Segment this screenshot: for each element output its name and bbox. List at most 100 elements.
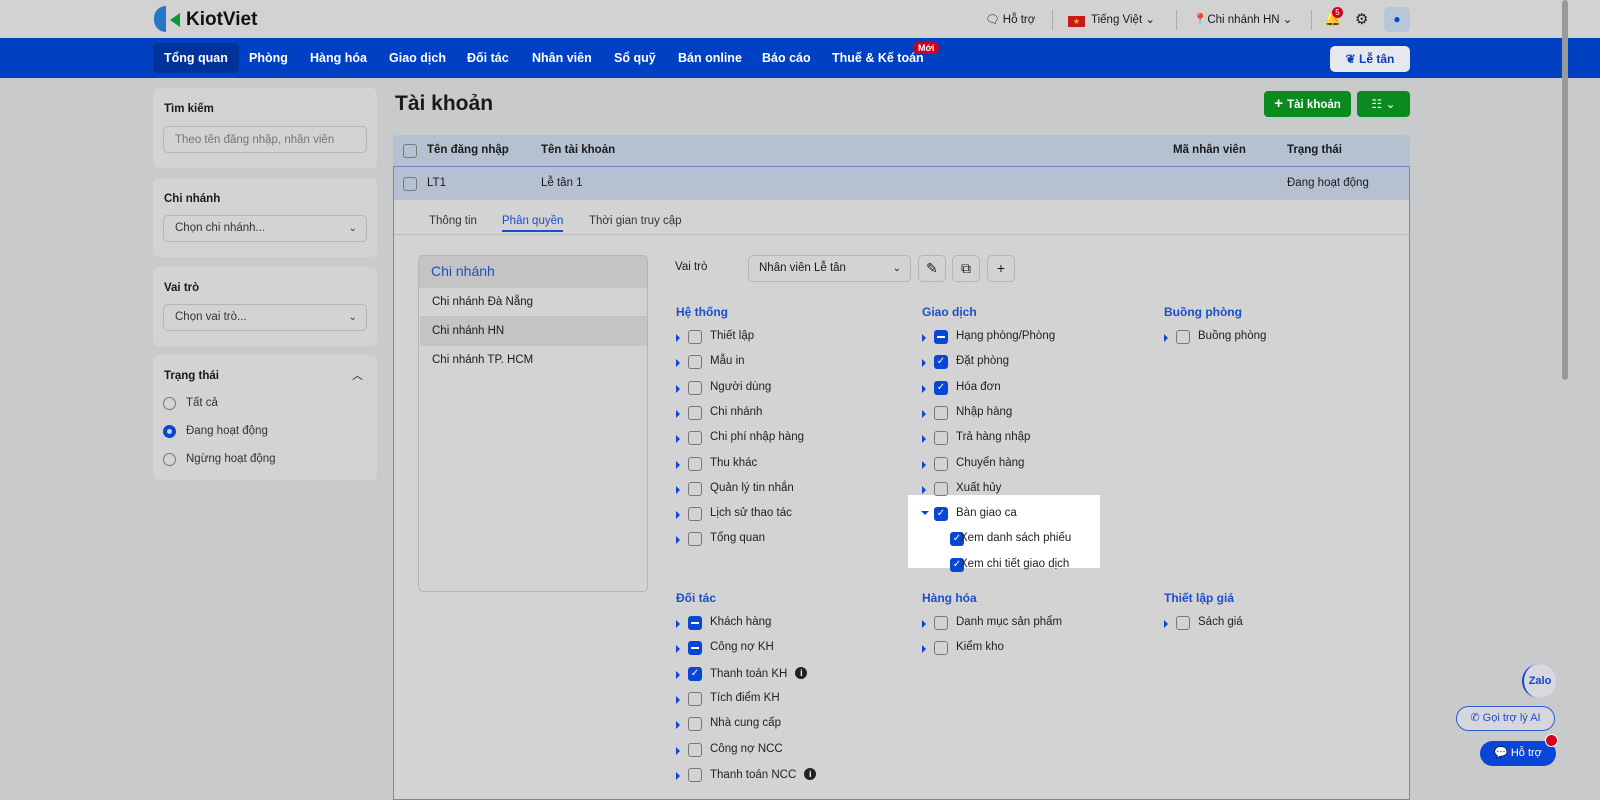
caret-right-icon[interactable]	[1164, 334, 1168, 342]
permission-checkbox[interactable]	[688, 405, 702, 420]
caret-right-icon[interactable]	[676, 460, 680, 469]
add-role-button[interactable]: +	[987, 255, 1015, 282]
nav-staff[interactable]: Nhân viên	[521, 43, 603, 73]
permission-checkbox[interactable]: ✓	[934, 355, 948, 370]
radio-inactive[interactable]	[163, 453, 176, 466]
caret-right-icon[interactable]	[922, 409, 926, 418]
scrollbar[interactable]	[1562, 0, 1568, 380]
caret-right-icon[interactable]	[922, 485, 926, 494]
permission-checkbox[interactable]	[688, 717, 702, 732]
caret-right-icon[interactable]	[676, 359, 680, 368]
permission-checkbox[interactable]	[688, 616, 702, 630]
caret-right-icon[interactable]	[922, 620, 926, 628]
column-employee-code[interactable]: Mã nhân viên	[1173, 144, 1246, 156]
branch-item[interactable]: Chi nhánh TP. HCM	[420, 346, 647, 375]
permission-checkbox[interactable]	[934, 456, 948, 471]
branch-item-selected[interactable]: Chi nhánh HN	[420, 317, 647, 346]
permission-checkbox[interactable]	[688, 456, 702, 471]
support-chat-button[interactable]: 💬 Hỗ trợ	[1480, 741, 1556, 766]
nav-transactions[interactable]: Giao dịch	[378, 43, 457, 73]
permission-checkbox[interactable]	[1176, 330, 1190, 344]
branch-filter-select[interactable]: Chọn chi nhánh... ⌄	[163, 215, 367, 242]
edit-role-button[interactable]: ✎	[918, 255, 946, 282]
caret-right-icon[interactable]	[922, 435, 926, 444]
tab-permissions[interactable]: Phân quyền	[502, 215, 564, 232]
caret-right-icon[interactable]	[676, 771, 680, 780]
caret-right-icon[interactable]	[676, 384, 680, 393]
caret-right-icon[interactable]	[676, 721, 680, 730]
permission-checkbox[interactable]	[934, 481, 948, 496]
permission-checkbox[interactable]	[688, 641, 702, 656]
permission-checkbox[interactable]	[688, 380, 702, 395]
caret-right-icon[interactable]	[676, 536, 680, 545]
caret-down-icon[interactable]	[921, 511, 929, 516]
tab-info[interactable]: Thông tin	[429, 215, 477, 227]
radio-active[interactable]	[163, 425, 176, 438]
permission-checkbox[interactable]: ✓	[934, 507, 948, 522]
add-account-button[interactable]: + Tài khoản	[1264, 91, 1351, 117]
nav-partners[interactable]: Đối tác	[456, 43, 520, 73]
caret-right-icon[interactable]	[676, 620, 680, 628]
ai-call-button[interactable]: ✆ Gọi trợ lý AI	[1456, 706, 1555, 731]
avatar[interactable]: ●	[1384, 7, 1410, 32]
caret-right-icon[interactable]	[676, 511, 680, 520]
permission-checkbox[interactable]	[1176, 616, 1190, 630]
row-checkbox[interactable]	[403, 177, 417, 191]
caret-right-icon[interactable]	[676, 485, 680, 494]
copy-role-button[interactable]: ⧉	[952, 255, 980, 282]
permission-checkbox[interactable]	[688, 330, 702, 344]
table-row[interactable]: LT1 Lễ tân 1 Đang hoạt động	[393, 166, 1410, 200]
branch-item[interactable]: Chi nhánh Đà Nẵng	[420, 288, 647, 317]
caret-right-icon[interactable]	[676, 746, 680, 755]
role-filter-select[interactable]: Chọn vai trò... ⌄	[163, 304, 367, 331]
zalo-button[interactable]: Zalo	[1522, 664, 1556, 698]
permission-checkbox[interactable]	[688, 507, 702, 522]
caret-right-icon[interactable]	[676, 695, 680, 704]
search-input[interactable]	[163, 126, 367, 153]
permission-checkbox[interactable]	[934, 641, 948, 656]
column-status[interactable]: Trạng thái	[1287, 144, 1342, 156]
permission-checkbox[interactable]	[688, 431, 702, 446]
caret-right-icon[interactable]	[922, 359, 926, 368]
column-view-button[interactable]: ☷ ⌄	[1357, 91, 1410, 117]
nav-online-sales[interactable]: Bán online	[667, 43, 753, 73]
caret-right-icon[interactable]	[676, 409, 680, 418]
caret-right-icon[interactable]	[922, 384, 926, 393]
column-username[interactable]: Tên đăng nhập	[427, 144, 509, 156]
permission-checkbox[interactable]	[934, 616, 948, 630]
permission-checkbox[interactable]: ✓	[688, 666, 702, 681]
tab-access-time[interactable]: Thời gian truy cập	[589, 215, 682, 227]
gear-icon[interactable]: ⚙	[1355, 10, 1368, 28]
nav-goods[interactable]: Hàng hóa	[299, 43, 378, 73]
caret-right-icon[interactable]	[922, 645, 926, 654]
permission-checkbox[interactable]	[688, 355, 702, 370]
branch-select[interactable]: 📍Chi nhánh HN ⌄	[1193, 12, 1292, 26]
permission-checkbox[interactable]	[688, 691, 702, 706]
support-link[interactable]: 🗨 Hỗ trợ	[985, 12, 1035, 26]
nav-overview[interactable]: Tổng quan	[153, 43, 239, 73]
column-account-name[interactable]: Tên tài khoản	[541, 144, 615, 156]
nav-reports[interactable]: Báo cáo	[751, 43, 822, 73]
permission-checkbox[interactable]	[934, 431, 948, 446]
caret-right-icon[interactable]	[676, 670, 680, 679]
caret-right-icon[interactable]	[676, 645, 680, 654]
caret-right-icon[interactable]	[922, 460, 926, 469]
permission-checkbox[interactable]: ✓	[934, 380, 948, 395]
role-select[interactable]: Nhân viên Lễ tân ⌄	[748, 255, 911, 282]
nav-cashbook[interactable]: Sổ quỹ	[603, 43, 667, 73]
permission-checkbox[interactable]	[688, 532, 702, 547]
chevron-up-icon[interactable]: ︿	[352, 367, 363, 383]
reception-button[interactable]: ❦ Lễ tân	[1330, 46, 1410, 72]
info-icon[interactable]: i	[804, 767, 817, 780]
radio-all[interactable]	[163, 397, 176, 410]
language-select[interactable]: ★ Tiếng Việt ⌄	[1068, 12, 1155, 27]
caret-right-icon[interactable]	[1164, 620, 1168, 628]
permission-checkbox[interactable]	[688, 481, 702, 496]
select-all-checkbox[interactable]	[403, 144, 417, 158]
caret-right-icon[interactable]	[922, 334, 926, 342]
permission-checkbox[interactable]	[934, 330, 948, 344]
nav-rooms[interactable]: Phòng	[238, 43, 299, 73]
caret-right-icon[interactable]	[676, 334, 680, 342]
permission-checkbox[interactable]	[934, 405, 948, 420]
permission-checkbox[interactable]	[688, 742, 702, 757]
